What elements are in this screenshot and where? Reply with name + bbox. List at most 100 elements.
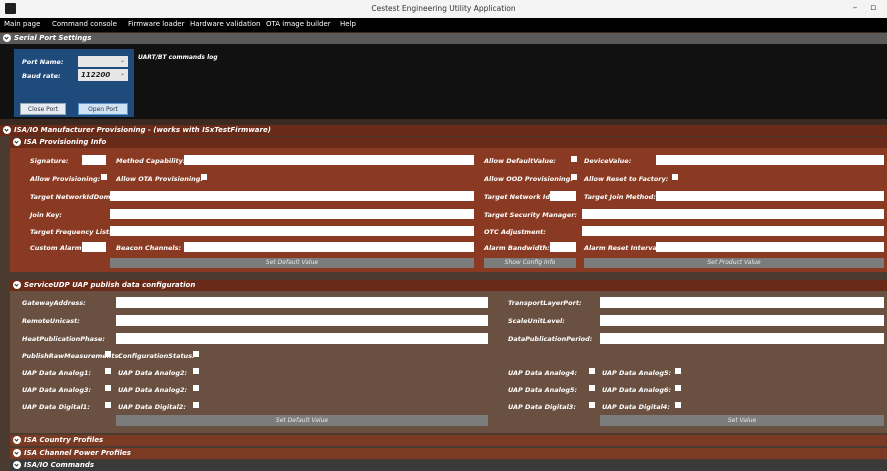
allow-provisioning-checkbox[interactable] [101, 174, 107, 180]
chevron-up-icon [13, 138, 21, 146]
gateway-address-label: GatewayAddress: [22, 299, 86, 307]
isa-country-profiles-label: ISA Country Profiles [24, 436, 104, 444]
data-publication-period-label: DataPublicationPeriod: [508, 335, 593, 343]
gateway-address-field[interactable] [116, 297, 488, 308]
target-security-manager-field[interactable] [582, 209, 884, 219]
menu-main-page[interactable]: Main page [4, 20, 40, 28]
alarm-reset-interval-field[interactable] [656, 242, 884, 252]
publication-phase-label: HeatPublicationPhase: [22, 335, 105, 343]
port-name-select[interactable]: ⌄ [78, 56, 128, 67]
udp-set-default-button[interactable]: Set Default Value [116, 415, 488, 426]
allow-ood-label: Allow OOD Provisioning: [484, 175, 573, 183]
baud-rate-label: Baud rate: [22, 72, 61, 80]
transport-port-field[interactable] [600, 297, 884, 308]
otc-adjustment-field[interactable] [582, 226, 884, 236]
join-key-field[interactable] [110, 209, 474, 219]
allow-ood-checkbox[interactable] [571, 174, 577, 180]
uap-analog2b-label: UAP Data Analog2: [118, 386, 188, 394]
chevron-up-icon [3, 126, 11, 134]
target-join-method-field[interactable] [656, 191, 884, 201]
uap-analog6-checkbox[interactable] [675, 385, 681, 391]
menu-ota-image-builder[interactable]: OTA image builder [266, 20, 331, 28]
device-value-field[interactable] [656, 155, 884, 165]
baud-rate-value: 112200 [81, 71, 111, 79]
allow-ota-label: Allow OTA Provisioning: [116, 175, 203, 183]
isa-show-config-button[interactable]: Show Config Info [484, 258, 576, 268]
menu-bar: Main page Command console Firmware loade… [0, 18, 887, 32]
scale-unit-label: ScaleUnitLevel: [508, 317, 565, 325]
target-security-manager-label: Target Security Manager: [484, 211, 578, 219]
uap-analog5-checkbox[interactable] [675, 368, 681, 374]
menu-hardware-validation[interactable]: Hardware validation [190, 20, 261, 28]
transport-port-label: TransportLayerPort: [508, 299, 582, 307]
uap-digital1-checkbox[interactable] [105, 402, 111, 408]
isa-io-commands-header[interactable]: ISA/IO Commands [10, 460, 887, 471]
target-network-id-field[interactable] [550, 191, 576, 201]
isa-prov-header[interactable]: ISA Provisioning Info [10, 137, 887, 148]
uap-analog3-label: UAP Data Analog3: [22, 386, 92, 394]
publication-phase-field[interactable] [116, 333, 488, 344]
window-title: Cestest Engineering Utility Application [371, 4, 516, 13]
custom-alarm-field[interactable] [82, 242, 106, 252]
isa-country-profiles-header[interactable]: ISA Country Profiles [10, 435, 887, 446]
chevron-up-icon [3, 34, 11, 42]
isa-main-header[interactable]: ISA/IO Manufacturer Provisioning - (work… [0, 125, 887, 136]
serial-port-header[interactable]: Serial Port Settings [0, 33, 887, 44]
isa-channel-power-header[interactable]: ISA Channel Power Profiles [10, 448, 887, 459]
uap-digital2-checkbox[interactable] [193, 402, 199, 408]
minimize-button[interactable]: – [848, 2, 862, 15]
beacon-channels-field[interactable] [184, 242, 474, 252]
config-status-checkbox[interactable] [193, 351, 199, 357]
publish-raw-checkbox[interactable] [105, 351, 111, 357]
menu-firmware-loader[interactable]: Firmware loader [128, 20, 184, 28]
target-network-domain-field[interactable] [110, 191, 474, 201]
beacon-channels-label: Beacon Channels: [116, 244, 182, 252]
menu-help[interactable]: Help [340, 20, 356, 28]
chevron-down-icon [13, 449, 21, 457]
device-value-label: DeviceValue: [584, 157, 632, 165]
port-name-label: Port Name: [22, 58, 64, 66]
alarm-reset-interval-label: Alarm Reset Interval: [584, 244, 662, 252]
method-capability-label: Method Capability: [116, 157, 186, 165]
udp-header-label: ServiceUDP UAP publish data configuratio… [24, 281, 196, 289]
uap-analog5b-checkbox[interactable] [589, 385, 595, 391]
target-frequency-list-field[interactable] [110, 226, 474, 236]
uap-digital3-checkbox[interactable] [589, 402, 595, 408]
baud-rate-select[interactable]: 112200 ⌄ [78, 69, 128, 81]
udp-header[interactable]: ServiceUDP UAP publish data configuratio… [10, 280, 887, 291]
remote-unicast-label: RemoteUnicast: [22, 317, 80, 325]
uap-analog1-checkbox[interactable] [105, 368, 111, 374]
close-port-button[interactable]: Close Port [20, 103, 66, 115]
signature-field[interactable] [82, 155, 106, 165]
custom-alarm-label: Custom Alarm: [30, 244, 85, 252]
open-port-button[interactable]: Open Port [78, 103, 128, 115]
scale-unit-field[interactable] [600, 315, 884, 326]
uap-analog1-label: UAP Data Analog1: [22, 369, 92, 377]
maximize-button[interactable]: ▫ [866, 2, 880, 15]
allow-default-label: Allow DefaultValue: [484, 157, 556, 165]
config-status-label: ConfigurationStatus: [118, 352, 195, 360]
remote-unicast-field[interactable] [116, 315, 488, 326]
allow-ota-checkbox[interactable] [201, 174, 207, 180]
menu-command-console[interactable]: Command console [52, 20, 117, 28]
isa-set-default-button[interactable]: Set Default Value [110, 258, 474, 268]
isa-set-product-button[interactable]: Set Product Value [584, 258, 884, 268]
uap-digital3-label: UAP Data Digital3: [508, 403, 576, 411]
data-publication-period-field[interactable] [600, 333, 884, 344]
udp-set-value-button[interactable]: Set Value [600, 415, 884, 426]
title-bar: Cestest Engineering Utility Application … [0, 0, 887, 18]
allow-reset-checkbox[interactable] [672, 174, 678, 180]
otc-adjustment-label: OTC Adjustment: [484, 228, 546, 236]
uap-analog5b-label: UAP Data Analog5: [508, 386, 578, 394]
uap-analog4-checkbox[interactable] [589, 368, 595, 374]
alarm-bandwidth-field[interactable] [550, 242, 576, 252]
signature-label: Signature: [30, 157, 69, 165]
commands-log-title: UART/BT commands log [138, 54, 218, 61]
uap-analog2b-checkbox[interactable] [193, 385, 199, 391]
uap-analog3-checkbox[interactable] [105, 385, 111, 391]
method-capability-field[interactable] [184, 155, 474, 165]
allow-default-checkbox[interactable] [571, 156, 577, 162]
uap-digital2-label: UAP Data Digital2: [118, 403, 186, 411]
uap-digital4-checkbox[interactable] [675, 402, 681, 408]
uap-analog2-checkbox[interactable] [193, 368, 199, 374]
